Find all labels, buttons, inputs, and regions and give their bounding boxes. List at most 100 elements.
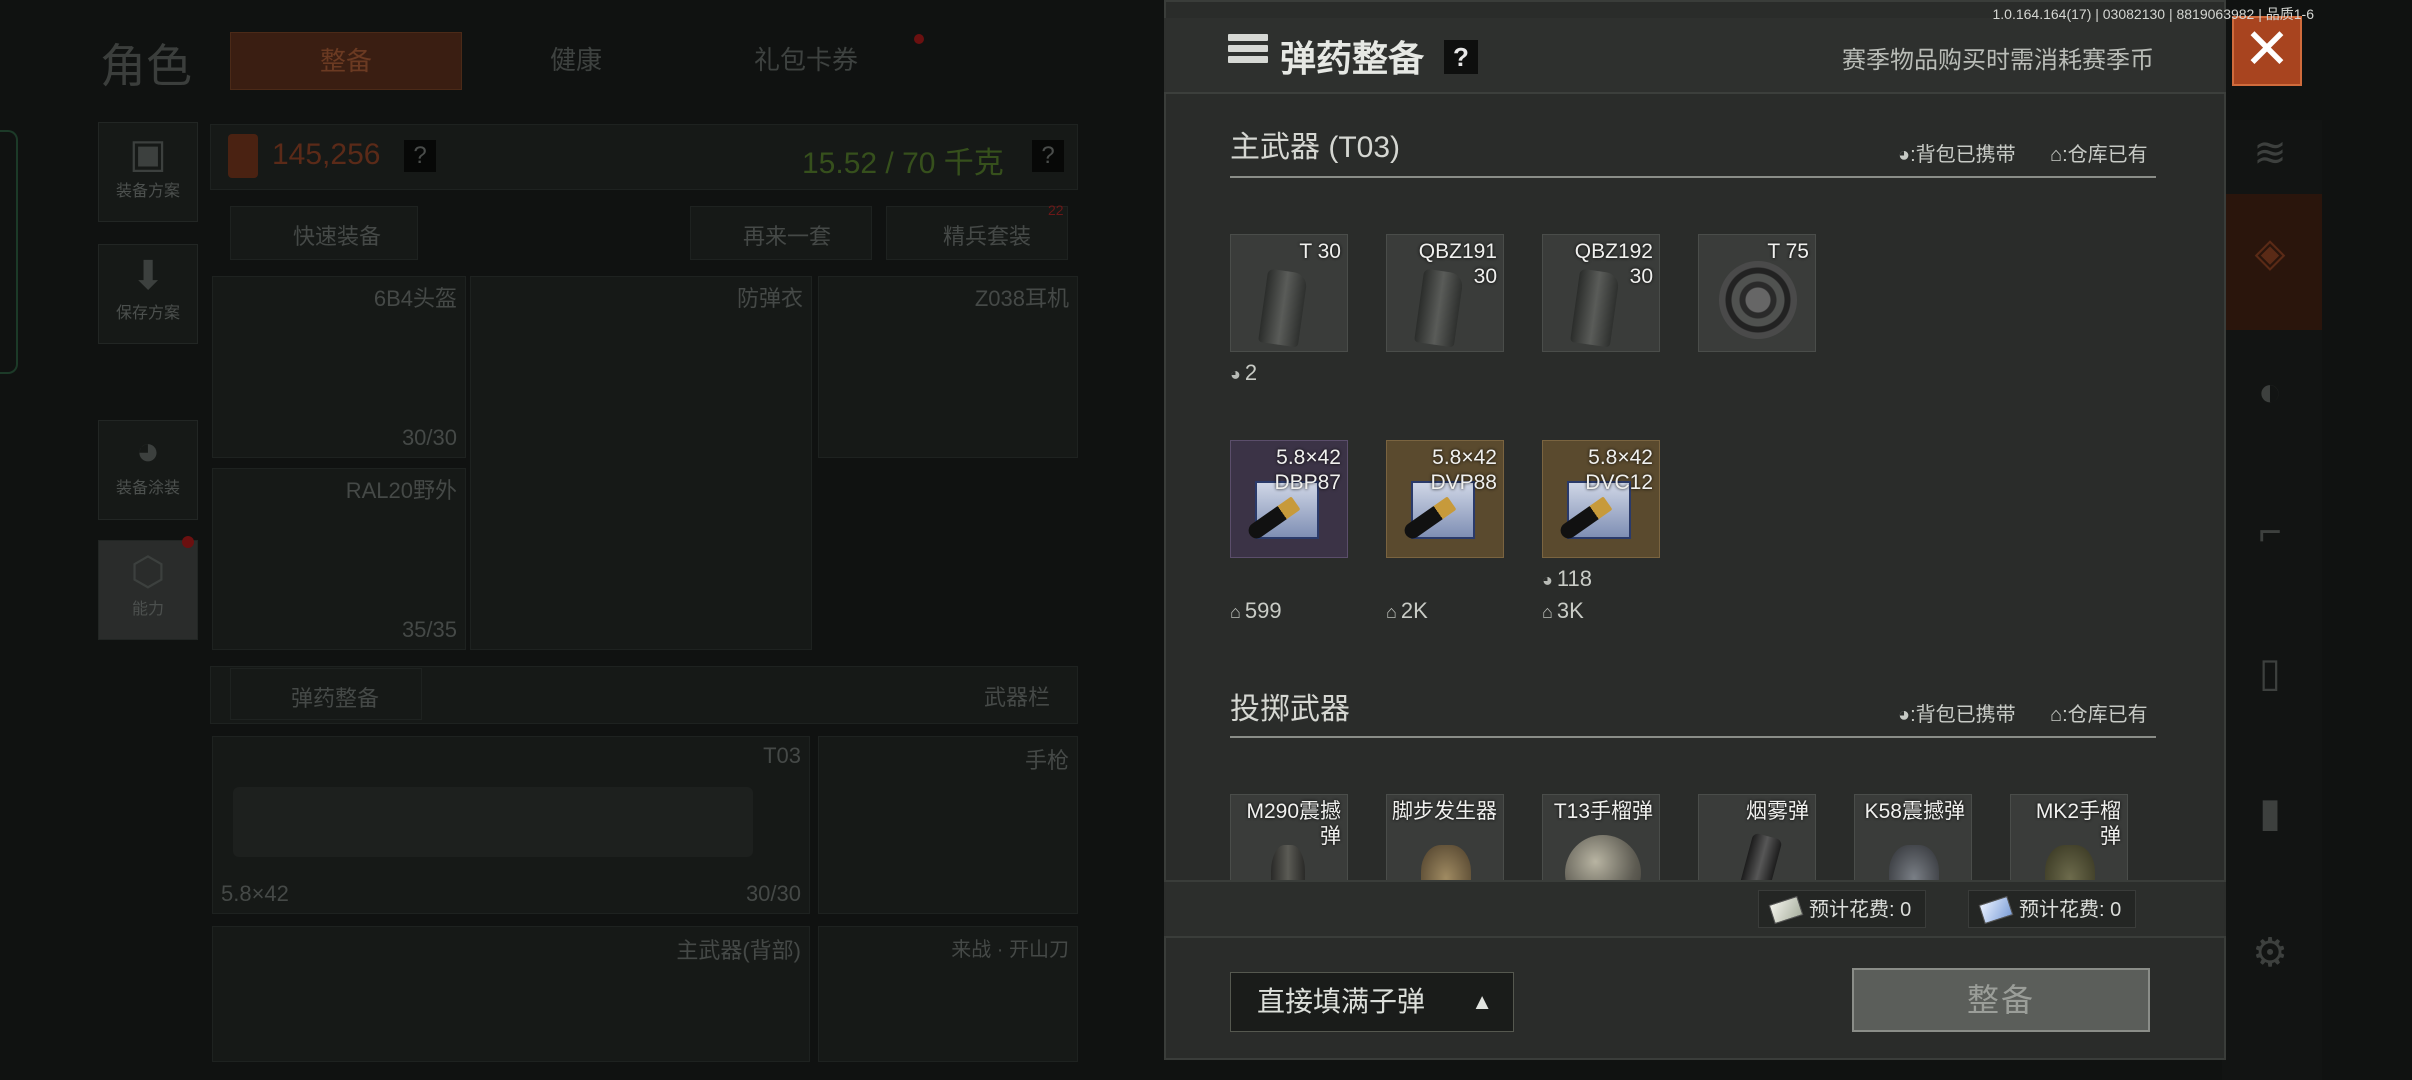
- warehouse-count: ⌂ 2K: [1386, 598, 1428, 623]
- legend-bag: ◕:背包已携带: [1898, 704, 2016, 726]
- house-icon: ⌂: [1230, 602, 1241, 622]
- bag-count: ◕ 2: [1230, 360, 1258, 385]
- stun-grenade-image: [1271, 845, 1305, 880]
- backpack-icon: [228, 134, 258, 178]
- notification-dot: [914, 34, 924, 44]
- ability-notification-dot: [182, 536, 194, 548]
- loadout-plan-button[interactable]: ▣ 装备方案: [98, 122, 198, 222]
- armor-slot[interactable]: 防弹衣: [470, 276, 812, 650]
- layers-icon[interactable]: ≋: [2240, 130, 2300, 190]
- headset-slot[interactable]: Z038耳机: [818, 276, 1078, 458]
- magazine-item[interactable]: T 30: [1230, 234, 1348, 352]
- house-icon: ⌂: [2050, 144, 2063, 166]
- backpack-category-icon: ◈: [2254, 231, 2286, 275]
- grenade-image: [1565, 835, 1641, 880]
- footer-divider: [1164, 936, 2226, 938]
- ammo-item[interactable]: 5.8×42 DVC12: [1542, 440, 1660, 558]
- ticket-icon: [1768, 895, 1804, 925]
- equipment-paint-button[interactable]: ◕ 装备涂装: [98, 420, 198, 520]
- ability-icon: ⬡: [130, 550, 166, 594]
- ammo-prep-button-bg[interactable]: 弹药整备: [230, 668, 422, 720]
- legend-warehouse: ⌂:仓库已有: [2050, 704, 2148, 726]
- tab-gift-cards[interactable]: 礼包卡券: [754, 40, 858, 77]
- magazine-item[interactable]: QBZ192 30: [1542, 234, 1660, 352]
- elite-set-button[interactable]: 精兵套装: [886, 206, 1068, 260]
- quick-equip-button[interactable]: 快速装备: [230, 206, 418, 260]
- helmet-icon: ◕: [1898, 704, 1911, 726]
- ammo-item[interactable]: 5.8×42 DVP88: [1386, 440, 1504, 558]
- side-handle[interactable]: [0, 130, 18, 374]
- modal-title: 弹药整备: [1280, 38, 1425, 79]
- helmet-icon: ◕: [1898, 144, 1911, 166]
- download-icon: ⬇: [131, 254, 165, 298]
- rifle-category-icon[interactable]: ⌐: [2240, 510, 2300, 570]
- version-info: 1.0.164.164(17) | 03082130 | 8819063982 …: [1992, 6, 2315, 22]
- throwable-item[interactable]: MK2手榴 弹: [2010, 794, 2128, 880]
- stun-grenade-image: [1889, 845, 1939, 880]
- confirm-prep-button[interactable]: 整备: [1852, 968, 2150, 1032]
- magazine-image: [1258, 268, 1308, 348]
- throwable-item[interactable]: K58震撼弹: [1854, 794, 1972, 880]
- close-icon: ✕: [2243, 17, 2291, 80]
- ammo-item[interactable]: 5.8×42 DBP87: [1230, 440, 1348, 558]
- section-divider: [1230, 176, 2156, 178]
- money-value: 145,256: [272, 138, 381, 171]
- coin-ticket-icon: [1978, 895, 2014, 925]
- legend-warehouse: ⌂:仓库已有: [2050, 144, 2148, 166]
- modal-help-button[interactable]: ?: [1444, 40, 1478, 74]
- money-help[interactable]: ?: [404, 140, 436, 172]
- helmet-category-icon[interactable]: ◐: [2240, 370, 2300, 430]
- cost-season: 预计花费: 0: [1758, 890, 1927, 928]
- bag-count: ◕ 118: [1542, 566, 1592, 591]
- house-icon: ⌂: [2050, 704, 2063, 726]
- chevron-up-icon: ▲: [1471, 989, 1493, 1014]
- save-plan-button[interactable]: ⬇ 保存方案: [98, 244, 198, 344]
- vest-icon: ▣: [129, 132, 167, 176]
- frag-grenade-image: [2045, 845, 2095, 880]
- helmet-paint-icon: ◕: [135, 429, 161, 473]
- legend-bag: ◕:背包已携带: [1898, 144, 2016, 166]
- throwable-item[interactable]: M290震撼 弹: [1230, 794, 1348, 880]
- fill-mode-dropdown[interactable]: 直接填满子弹 ▲: [1230, 972, 1514, 1032]
- house-icon: ⌂: [1542, 602, 1553, 622]
- weight-help[interactable]: ?: [1032, 140, 1064, 172]
- back-weapon-slot[interactable]: 主武器(背部): [212, 926, 810, 1062]
- throwables-section-title: 投掷武器: [1230, 693, 1350, 726]
- weight-value: 15.52 / 70 千克: [802, 147, 1004, 180]
- again-button[interactable]: 再来一套: [690, 206, 872, 260]
- magazine-item[interactable]: QBZ191 30: [1386, 234, 1504, 352]
- mask-slot[interactable]: RAL20野外 35/35: [212, 468, 466, 650]
- magazine-item[interactable]: T 75: [1698, 234, 1816, 352]
- primary-weapon-slot[interactable]: T03 5.8×42 30/30: [212, 736, 810, 914]
- helmet-icon: ◕: [1542, 570, 1553, 590]
- throwable-item[interactable]: 烟雾弹: [1698, 794, 1816, 880]
- warehouse-count: ⌂ 599: [1230, 598, 1282, 623]
- smoke-grenade-image: [1733, 832, 1783, 880]
- weapon-bar-label: 武器栏: [984, 685, 1051, 710]
- cost-coins: 预计花费: 0: [1968, 890, 2137, 928]
- pistol-slot[interactable]: 手枪: [818, 736, 1078, 914]
- rifle-image: [233, 787, 753, 857]
- tool-category-icon[interactable]: ⚙: [2240, 930, 2300, 990]
- primary-weapon-section-title: 主武器 (T03): [1230, 131, 1401, 164]
- melee-slot[interactable]: 来战 · 开山刀: [818, 926, 1078, 1062]
- throwables-list: M290震撼 弹 脚步发生器 T13手榴弹 烟雾弹 K58震撼弹 MK2手榴 弹: [1230, 794, 2156, 880]
- throwable-item[interactable]: T13手榴弹: [1542, 794, 1660, 880]
- tab-health[interactable]: 健康: [550, 40, 602, 77]
- footstep-generator-image: [1421, 845, 1471, 880]
- bullet-category-icon[interactable]: ▮: [2240, 790, 2300, 850]
- warehouse-count: ⌂ 3K: [1542, 598, 1584, 623]
- ability-button[interactable]: ⬡ 能力: [98, 540, 198, 640]
- elite-badge: 22: [1048, 202, 1064, 218]
- house-icon: ⌂: [1386, 602, 1397, 622]
- drum-magazine-image: [1719, 261, 1797, 339]
- throwable-item[interactable]: 脚步发生器: [1386, 794, 1504, 880]
- section-divider: [1230, 736, 2156, 738]
- season-note: 赛季物品购买时需消耗赛季币: [1842, 47, 2154, 74]
- close-button[interactable]: ✕: [2232, 16, 2302, 86]
- page-title: 角色: [100, 39, 192, 93]
- tab-equip[interactable]: 整备: [230, 32, 462, 90]
- magazine-category-icon[interactable]: ▯: [2240, 650, 2300, 710]
- helmet-slot[interactable]: 6B4头盔 30/30: [212, 276, 466, 458]
- ammo-stack-icon: [1228, 34, 1268, 74]
